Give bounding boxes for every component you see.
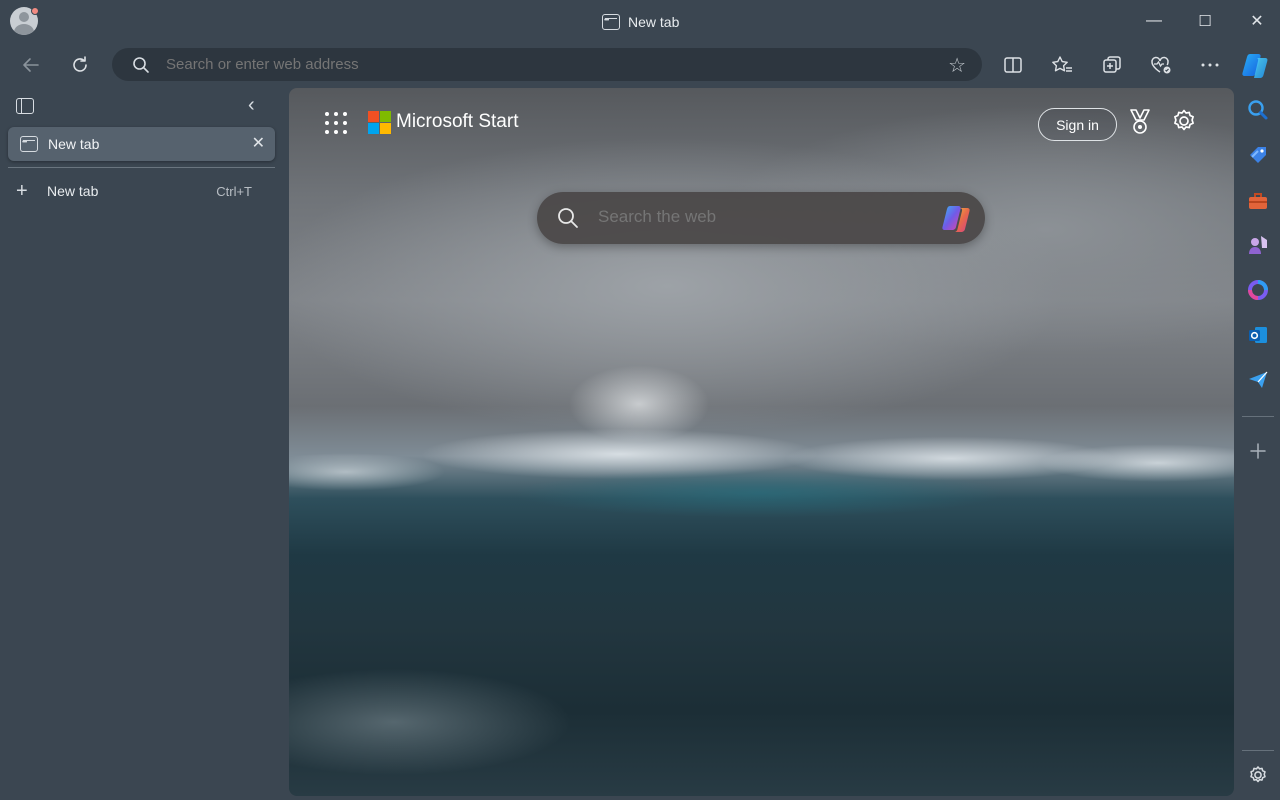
maximize-button[interactable]: ☐ — [1192, 8, 1218, 34]
minimize-button[interactable]: — — [1141, 8, 1167, 34]
sidebar-settings-button[interactable] — [1246, 763, 1270, 787]
copilot-icon — [1248, 280, 1268, 300]
new-tab-button[interactable]: + New tab Ctrl+T — [16, 180, 268, 202]
sidebar-shopping-button[interactable] — [1246, 143, 1270, 167]
copilot-icon — [1242, 54, 1268, 78]
window-title-text: New tab — [628, 14, 680, 30]
title-bar: New tab — ☐ ✕ — [0, 0, 1280, 42]
page-settings-button[interactable] — [1171, 108, 1197, 136]
games-icon — [1249, 236, 1267, 254]
web-search-box[interactable] — [537, 192, 985, 244]
split-screen-button[interactable] — [997, 49, 1029, 81]
tab-actions-icon[interactable] — [16, 98, 34, 114]
copilot-search-icon[interactable] — [939, 201, 975, 235]
browser-essentials-button[interactable] — [1145, 49, 1177, 81]
sidebar-add-button[interactable] — [1246, 439, 1270, 463]
web-search-input[interactable] — [598, 207, 918, 227]
favorites-icon — [1052, 56, 1072, 72]
gear-icon — [1174, 109, 1194, 131]
more-icon — [1201, 63, 1219, 67]
back-button[interactable] — [15, 49, 47, 81]
sidebar-search-button[interactable] — [1246, 98, 1270, 122]
window-title: New tab — [602, 12, 679, 32]
collections-icon — [1103, 56, 1121, 73]
app-launcher-icon[interactable] — [325, 112, 347, 134]
copilot-button[interactable] — [1240, 49, 1272, 81]
tab-label: New tab — [48, 136, 100, 152]
sidebar-tools-button[interactable] — [1246, 189, 1270, 213]
collections-button[interactable] — [1096, 49, 1128, 81]
address-bar[interactable]: ☆ — [112, 48, 982, 81]
sidebar-games-button[interactable] — [1246, 233, 1270, 257]
address-input[interactable] — [166, 56, 926, 73]
refresh-button[interactable] — [64, 49, 96, 81]
plus-icon: + — [16, 179, 28, 202]
favorites-button[interactable] — [1046, 49, 1078, 81]
close-tab-icon[interactable]: ✕ — [252, 133, 265, 153]
new-tab-label: New tab — [47, 183, 99, 199]
rewards-trophy-icon — [1130, 109, 1150, 134]
settings-icon — [1250, 766, 1266, 783]
toolbar: ☆ — [0, 42, 1280, 88]
refresh-icon — [73, 56, 87, 72]
brand-title[interactable]: Microsoft Start — [396, 111, 518, 133]
browser-essentials-icon — [1151, 56, 1171, 74]
sidebar-divider — [1242, 416, 1274, 417]
outlook-icon — [1249, 327, 1267, 343]
close-button[interactable]: ✕ — [1244, 8, 1270, 34]
vertical-tabs-pane: ‹ New tab ✕ + New tab Ctrl+T — [0, 88, 288, 800]
tools-icon — [1249, 193, 1267, 209]
new-tab-icon — [602, 14, 620, 30]
sign-in-button[interactable]: Sign in — [1038, 108, 1117, 141]
new-tab-page: Microsoft Start Sign in — [289, 88, 1234, 796]
sidebar-drop-button[interactable] — [1246, 368, 1270, 392]
sidebar-outlook-button[interactable] — [1246, 323, 1270, 347]
microsoft-logo-icon — [368, 111, 391, 134]
drop-icon — [1249, 371, 1268, 388]
split-screen-icon — [1004, 57, 1022, 73]
collapse-pane-icon[interactable]: ‹ — [248, 94, 255, 117]
right-sidebar — [1236, 88, 1280, 800]
shopping-tag-icon — [1250, 147, 1266, 163]
sidebar-copilot-button[interactable] — [1246, 278, 1270, 302]
add-icon — [1250, 443, 1266, 459]
more-button[interactable] — [1194, 49, 1226, 81]
sidebar-divider — [1242, 750, 1274, 751]
favorite-star-icon[interactable]: ☆ — [948, 53, 966, 78]
tab-new-tab[interactable]: New tab ✕ — [8, 127, 275, 161]
rewards-button[interactable] — [1127, 108, 1153, 136]
search-icon — [133, 57, 149, 73]
new-tab-icon — [20, 136, 38, 152]
search-icon — [1248, 100, 1268, 120]
search-icon — [558, 208, 578, 228]
back-icon — [23, 58, 39, 72]
tabs-divider — [8, 167, 275, 168]
profile-notification-dot — [31, 7, 39, 15]
new-tab-shortcut: Ctrl+T — [216, 183, 252, 199]
